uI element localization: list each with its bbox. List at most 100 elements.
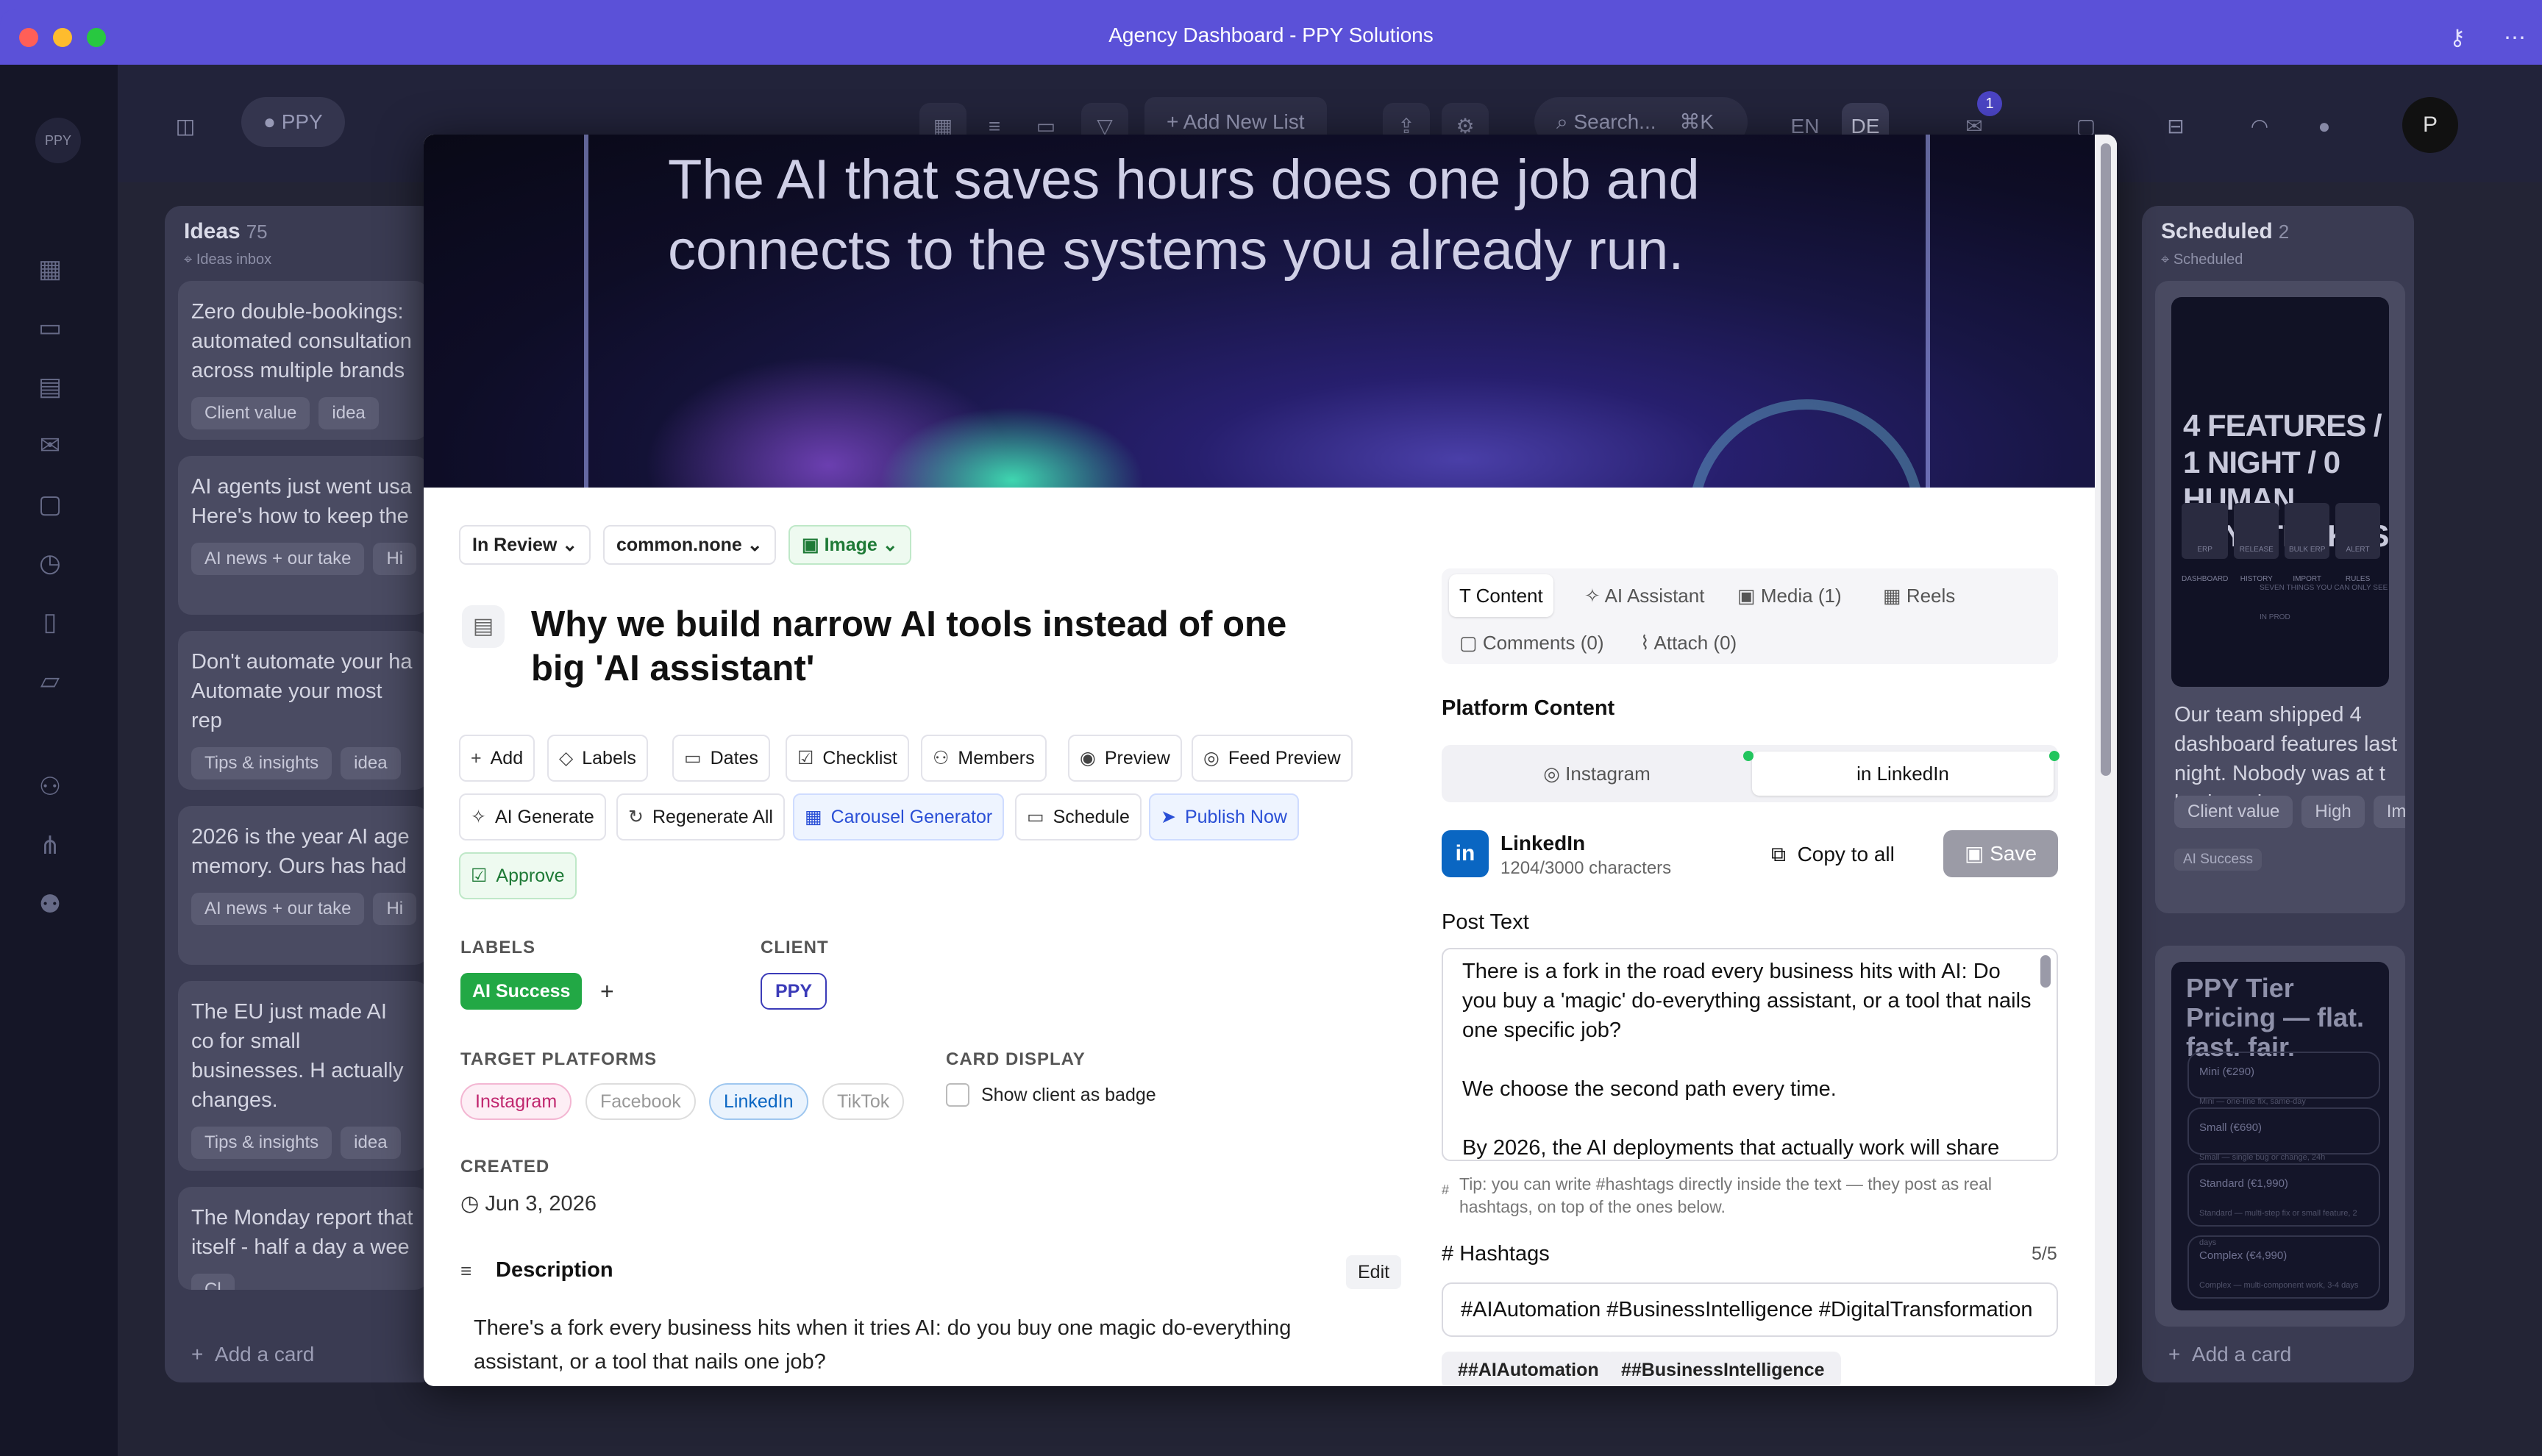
hashtag-chip[interactable]: ##AIAutomation xyxy=(1442,1352,1615,1386)
gamepad-icon[interactable]: ⊟ xyxy=(2152,103,2199,150)
idea-card[interactable]: Don't automate your ha Automate your mos… xyxy=(178,631,428,790)
hashtag-input[interactable]: #AIAutomation #BusinessIntelligence #Dig… xyxy=(1442,1282,2058,1337)
created-date: ◷ Jun 3, 2026 xyxy=(460,1191,597,1216)
platform-tab-instagram[interactable]: ◎ Instagram xyxy=(1446,752,1748,796)
add-button[interactable]: + Add xyxy=(459,735,535,782)
idea-card[interactable]: AI agents just went usa Here's how to ke… xyxy=(178,456,428,615)
add-card-label: Add a card xyxy=(2191,1343,2292,1366)
platform-chip-instagram[interactable]: Instagram xyxy=(460,1083,572,1120)
regenerate-all-button[interactable]: ↻ Regenerate All xyxy=(616,793,785,841)
idea-card[interactable]: Zero double-bookings: automated consulta… xyxy=(178,281,428,440)
hashtag-chip[interactable]: ##BusinessIntelligence xyxy=(1605,1352,1841,1386)
dashboard-icon[interactable]: ▦ xyxy=(32,251,68,287)
tab-content[interactable]: T Content xyxy=(1449,574,1553,617)
idea-card-tag: Tips & insights xyxy=(191,747,332,779)
modal-scrollbar-thumb[interactable] xyxy=(2101,143,2111,776)
refresh-icon: ↻ xyxy=(628,807,644,827)
labels-label: Labels xyxy=(582,748,636,768)
status-icon[interactable]: ● xyxy=(2301,103,2348,150)
tier-name: Mini (€290) xyxy=(2199,1066,2255,1078)
scheduled-add-card-button[interactable]: + Add a card xyxy=(2168,1343,2291,1366)
tab-reels[interactable]: ▦ Reels xyxy=(1873,574,1965,617)
search-shortcut: ⌘K xyxy=(1679,110,1714,133)
clock-icon[interactable]: ◷ xyxy=(32,546,68,581)
client-badge[interactable]: PPY xyxy=(761,973,827,1010)
tab-comments[interactable]: ▢ Comments (0) xyxy=(1449,621,1614,664)
schedule-button[interactable]: ▭ Schedule xyxy=(1015,793,1142,841)
chat-icon[interactable]: ▢ xyxy=(32,487,68,522)
media-type-dropdown[interactable]: ▣ Image ⌄ xyxy=(788,525,911,565)
hero-glow-line xyxy=(584,135,588,488)
post-text-input[interactable]: There is a fork in the road every busine… xyxy=(1442,948,2058,1161)
calendar-icon[interactable]: ▭ xyxy=(32,310,68,346)
bell-icon[interactable]: ◠ xyxy=(2236,103,2283,150)
chevron-down-icon: ⌄ xyxy=(882,535,898,555)
labels-button[interactable]: ◇ Labels xyxy=(547,735,648,782)
text-icon: T xyxy=(1459,585,1471,607)
tab-attach[interactable]: ⌇ Attach (0) xyxy=(1630,621,1747,664)
users-icon[interactable]: ⚇ xyxy=(32,769,68,804)
idea-card[interactable]: The EU just made AI co for small busines… xyxy=(178,981,428,1171)
status-dropdown[interactable]: In Review ⌄ xyxy=(459,525,591,565)
tab-media-label: Media (1) xyxy=(1760,585,1842,607)
key-icon[interactable]: ⚷ xyxy=(2449,25,2466,51)
status-dot xyxy=(2049,751,2059,761)
avatar[interactable]: P xyxy=(2402,97,2458,153)
more-icon[interactable]: ⋯ xyxy=(2504,25,2526,51)
platform-chip-facebook[interactable]: Facebook xyxy=(585,1083,696,1120)
idea-card[interactable]: 2026 is the year AI age memory. Ours has… xyxy=(178,806,428,965)
platform-chip-linkedin[interactable]: LinkedIn xyxy=(709,1083,808,1120)
idea-card[interactable]: The Monday report that itself - half a d… xyxy=(178,1187,428,1290)
scheduled-subtitle: ⌖ Scheduled xyxy=(2161,251,2243,268)
share-icon[interactable]: ⋔ xyxy=(32,828,68,863)
folder-icon[interactable]: ▱ xyxy=(32,663,68,699)
platform-tab-linkedin[interactable]: in LinkedIn xyxy=(1752,752,2054,796)
members-button[interactable]: ⚇ Members xyxy=(921,735,1047,782)
approve-button[interactable]: ☑ Approve xyxy=(459,852,577,899)
save-label: Save xyxy=(1990,842,2037,865)
preview-label: Preview xyxy=(1104,748,1170,768)
post-text-scrollbar[interactable] xyxy=(2040,955,2051,988)
document-icon[interactable]: ▯ xyxy=(32,604,68,640)
label-chip[interactable]: AI Success xyxy=(460,973,583,1010)
card-title[interactable]: Why we build narrow AI tools instead of … xyxy=(531,602,1325,690)
carousel-generator-button[interactable]: ▦ Carousel Generator xyxy=(793,793,1005,841)
image-icon: ▣ xyxy=(1737,585,1756,607)
hash-icon: # xyxy=(1442,1242,1454,1266)
feed-preview-button[interactable]: ◎ Feed Preview xyxy=(1192,735,1353,782)
scheduled-card[interactable]: 4 FEATURES / 1 NIGHT / 0 HUMAN KEYSTROKE… xyxy=(2155,281,2405,913)
checklist-button[interactable]: ☑ Checklist xyxy=(786,735,909,782)
ideas-add-card-button[interactable]: + Add a card xyxy=(191,1343,314,1366)
workspace-selector[interactable]: ● PPY xyxy=(241,97,345,147)
schedule-icon[interactable]: ▤ xyxy=(32,369,68,404)
show-client-badge-checkbox[interactable] xyxy=(946,1083,969,1107)
title-bar: Agency Dashboard - PPY Solutions ⚷ ⋯ xyxy=(0,9,2542,65)
send-icon: ➤ xyxy=(1161,807,1176,827)
add-label-button[interactable]: + xyxy=(600,973,614,1010)
modal-scrollbar[interactable] xyxy=(2095,135,2117,1386)
save-button[interactable]: ▣ Save xyxy=(1943,830,2058,877)
hero-text: The AI that saves hours does one job and… xyxy=(668,149,1700,282)
dates-button[interactable]: ▭ Dates xyxy=(672,735,770,782)
sidebar-logo[interactable]: PPY xyxy=(35,118,81,163)
platform-chip-tiktok[interactable]: TikTok xyxy=(822,1083,905,1120)
platform-name: LinkedIn xyxy=(1500,832,1586,854)
scheduled-card[interactable]: PPY Tier Pricing — flat. fast. fair. Min… xyxy=(2155,946,2405,1327)
preview-button[interactable]: ◉ Preview xyxy=(1068,735,1182,782)
scheduled-card-tag: Client value xyxy=(2174,796,2293,828)
client-heading: CLIENT xyxy=(761,938,829,957)
idea-card-tag: AI news + our take xyxy=(191,893,365,925)
mail-icon[interactable]: ✉ xyxy=(32,428,68,463)
feature-tile: BULK ERP IMPORT xyxy=(2285,503,2330,583)
user-icon: ⚇ xyxy=(933,748,950,768)
edit-description-button[interactable]: Edit xyxy=(1346,1255,1402,1289)
category-dropdown[interactable]: common.none ⌄ xyxy=(603,525,776,565)
sidebar-toggle-icon[interactable]: ◫ xyxy=(162,103,209,150)
team-icon[interactable]: ⚉ xyxy=(32,887,68,922)
hashtag-tip: # Tip: you can write #hashtags directly i… xyxy=(1442,1173,2067,1218)
tab-ai-assistant[interactable]: ✧ AI Assistant xyxy=(1574,574,1715,617)
copy-to-all-button[interactable]: ⧉ Copy to all xyxy=(1771,833,1895,876)
ai-generate-button[interactable]: ✧ AI Generate xyxy=(459,793,606,841)
publish-now-button[interactable]: ➤ Publish Now xyxy=(1149,793,1299,841)
tab-media[interactable]: ▣ Media (1) xyxy=(1727,574,1852,617)
